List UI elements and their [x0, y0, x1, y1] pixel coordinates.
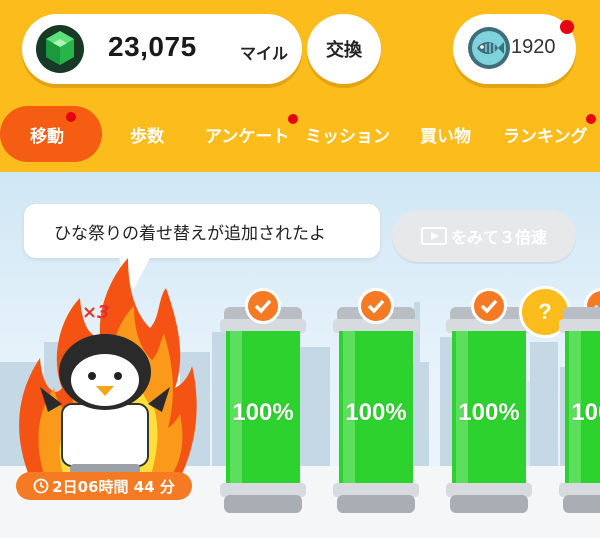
battery-percent: 100%	[571, 399, 600, 426]
tab-label: 歩数	[130, 126, 164, 147]
battery-gauge-3[interactable]: 100%	[446, 307, 532, 513]
tab-label: 移動	[30, 126, 64, 147]
coin-balance[interactable]: 1920	[453, 14, 576, 84]
checkmark-icon	[480, 299, 498, 314]
tab-label: ランキング	[503, 126, 588, 147]
battery-gauge-1[interactable]: 100%	[220, 307, 306, 513]
clock-icon	[33, 478, 49, 494]
checkmark-icon	[254, 299, 272, 314]
app-header: 23,075 マイル 交換 1920 移動 歩数 アンケート ミッション 買い物…	[0, 0, 600, 172]
checkmark-badge-3	[471, 288, 507, 324]
tab-shopping[interactable]: 買い物	[420, 104, 471, 164]
penguin-character[interactable]	[40, 332, 170, 482]
tab-bar: 移動 歩数 アンケート ミッション 買い物 ランキング	[0, 104, 600, 164]
fish-coin-icon	[468, 27, 510, 69]
battery-gauge-4[interactable]: 100%	[559, 307, 600, 513]
coin-notification-dot	[560, 20, 574, 34]
tab-label: アンケート	[205, 126, 290, 147]
tab-survey-badge	[288, 114, 298, 124]
miles-unit: マイル	[240, 44, 289, 63]
speech-text: ひな祭りの着せ替えが追加されたよ	[54, 224, 326, 244]
tab-label: ミッション	[305, 126, 390, 147]
battery-percent: 100%	[232, 399, 294, 426]
miles-balance[interactable]: 23,075 マイル	[22, 14, 302, 84]
checkmark-badge-2	[358, 288, 394, 324]
battery-percent: 100%	[458, 399, 520, 426]
tab-label: 買い物	[420, 126, 471, 147]
timer-badge: 2日06時間 44 分	[16, 472, 192, 500]
watch-video-label: をみて３倍速	[450, 228, 547, 247]
tab-mission[interactable]: ミッション	[305, 104, 390, 164]
game-scene: ひな祭りの着せ替えが追加されたよ をみて３倍速 ×3 2日06時間 44 分 1…	[0, 172, 600, 538]
tab-move[interactable]: 移動	[0, 106, 102, 162]
tab-ranking[interactable]: ランキング	[503, 104, 588, 164]
green-gem-icon	[36, 25, 84, 73]
watch-video-speedup-button[interactable]: をみて３倍速	[392, 210, 576, 262]
speed-multiplier: ×3	[82, 302, 110, 323]
tab-steps[interactable]: 歩数	[130, 104, 164, 164]
miles-value: 23,075	[108, 31, 197, 62]
checkmark-icon	[367, 299, 385, 314]
timer-text: 2日06時間 44 分	[52, 477, 175, 496]
tab-ranking-badge	[586, 114, 596, 124]
tab-move-badge	[66, 112, 76, 122]
tab-survey[interactable]: アンケート	[205, 104, 289, 164]
video-icon	[420, 227, 447, 245]
exchange-button[interactable]: 交換	[307, 14, 381, 84]
battery-gauge-2[interactable]: 100%	[333, 307, 419, 513]
coin-value: 1920	[511, 36, 556, 58]
battery-percent: 100%	[345, 399, 407, 426]
checkmark-badge-1	[245, 288, 281, 324]
